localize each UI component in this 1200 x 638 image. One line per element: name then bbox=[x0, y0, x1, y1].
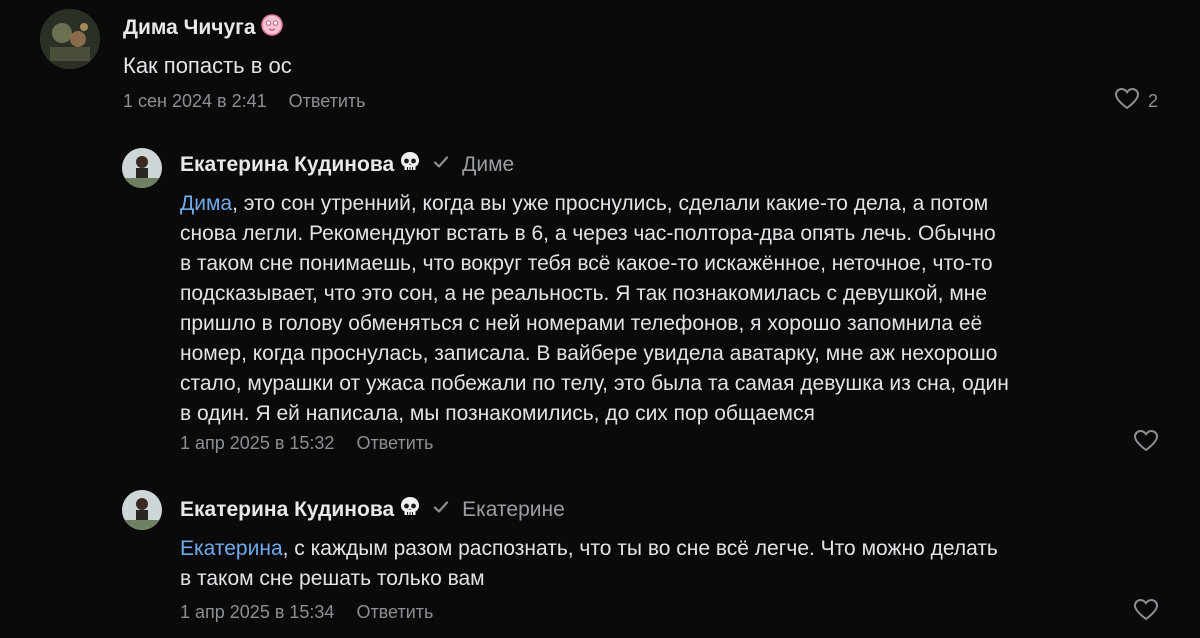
author-name[interactable]: Екатерина Кудинова bbox=[180, 498, 394, 522]
like-count: 2 bbox=[1148, 90, 1159, 111]
skull-icon bbox=[398, 495, 422, 525]
skull-icon bbox=[398, 150, 422, 180]
comment-date[interactable]: 1 апр 2025 в 15:34 bbox=[180, 602, 334, 623]
comment-meta: 1 апр 2025 в 15:34 Ответить bbox=[180, 600, 433, 624]
text-line: стало, мурашки от ужаса побежали по телу… bbox=[180, 372, 1009, 395]
comment-meta: 1 апр 2025 в 15:32 Ответить bbox=[180, 431, 433, 455]
text-line: в таком сне понимаешь, что вокруг тебя в… bbox=[180, 252, 993, 275]
comment-text: Дима, это сон утренний, когда вы уже про… bbox=[180, 189, 1009, 429]
author-name[interactable]: Екатерина Кудинова bbox=[180, 153, 394, 177]
like-button[interactable]: 2 bbox=[1114, 87, 1159, 116]
reply-to-name[interactable]: Екатерине bbox=[462, 498, 565, 522]
heart-icon bbox=[1133, 598, 1159, 627]
heart-icon bbox=[1114, 87, 1140, 116]
like-button[interactable] bbox=[1133, 429, 1159, 458]
avatar[interactable] bbox=[40, 9, 100, 69]
mention-link[interactable]: Дима bbox=[180, 192, 232, 215]
checkmark-icon bbox=[432, 153, 450, 177]
comment-header: Екатерина Кудинова Екатерине bbox=[180, 497, 565, 523]
reply-button[interactable]: Ответить bbox=[356, 602, 433, 623]
comment-reply: Екатерина Кудинова Диме Дима, это сон ут… bbox=[0, 140, 1200, 470]
mention-link[interactable]: Екатерина bbox=[180, 537, 283, 560]
pink-face-icon bbox=[260, 13, 284, 43]
avatar[interactable] bbox=[122, 490, 162, 530]
text-line: пришло в голову обменяться с ней номерам… bbox=[180, 312, 983, 335]
like-button[interactable] bbox=[1133, 598, 1159, 627]
text-line: снова легли. Рекомендуют встать в 6, а ч… bbox=[180, 222, 996, 245]
comment-meta: 1 сен 2024 в 2:41 Ответить bbox=[123, 89, 366, 113]
text-line: в один. Я ей написала, мы познакомились,… bbox=[180, 402, 815, 425]
reply-button[interactable]: Ответить bbox=[289, 91, 366, 112]
text-line: номер, когда проснулась, записала. В вай… bbox=[180, 342, 998, 365]
comment-reply: Екатерина Кудинова Екатерине Екатерина, … bbox=[0, 480, 1200, 638]
comment-date[interactable]: 1 апр 2025 в 15:32 bbox=[180, 433, 334, 454]
comment-date[interactable]: 1 сен 2024 в 2:41 bbox=[123, 91, 267, 112]
author-name[interactable]: Дима Чичуга bbox=[123, 16, 256, 40]
avatar[interactable] bbox=[122, 148, 162, 188]
reply-to-name[interactable]: Диме bbox=[462, 153, 514, 177]
text-line: Екатерина, с каждым разом распознать, чт… bbox=[180, 537, 998, 560]
text-line: Дима, это сон утренний, когда вы уже про… bbox=[180, 192, 989, 215]
comment-text: Как попасть в ос bbox=[123, 53, 292, 78]
reply-button[interactable]: Ответить bbox=[356, 433, 433, 454]
comment-text: Екатерина, с каждым разом распознать, чт… bbox=[180, 534, 998, 594]
checkmark-icon bbox=[432, 498, 450, 522]
text-line: подсказывает, что это сон, а не реальнос… bbox=[180, 282, 988, 305]
text-line: в таком сне решать только вам bbox=[180, 567, 485, 590]
comment-header: Екатерина Кудинова Диме bbox=[180, 152, 514, 178]
comment: Дима Чичуга Как попасть в ос 1 сен 2024 … bbox=[0, 0, 1200, 130]
heart-icon bbox=[1133, 429, 1159, 458]
comment-header: Дима Чичуга bbox=[123, 13, 284, 43]
